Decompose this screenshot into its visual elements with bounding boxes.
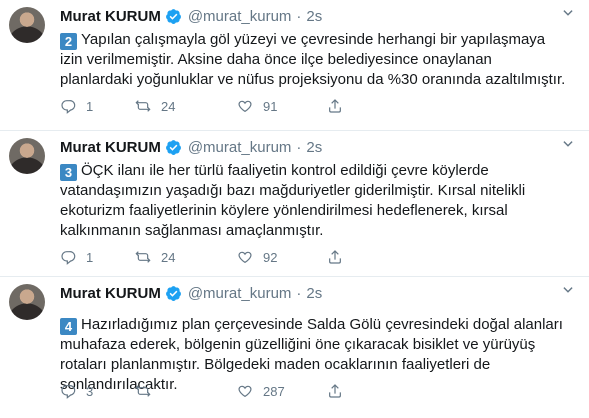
avatar[interactable] xyxy=(9,7,45,43)
like-button[interactable]: 92 xyxy=(237,249,327,265)
reply-count: 3 xyxy=(86,383,94,399)
heart-icon xyxy=(238,385,252,398)
author-name[interactable]: Murat KURUM xyxy=(60,139,161,156)
verified-badge-icon xyxy=(165,8,182,25)
heart-icon xyxy=(238,100,252,113)
share-button[interactable] xyxy=(327,98,357,114)
separator-dot: · xyxy=(296,7,302,25)
tweet-actions: 3 287 xyxy=(60,381,357,401)
keycap-number-badge: 3 xyxy=(60,164,77,181)
tweet-actions: 1 24 91 xyxy=(60,96,357,116)
like-count: 92 xyxy=(263,249,278,265)
timestamp[interactable]: 2s xyxy=(306,8,322,25)
reply-count: 1 xyxy=(86,98,94,114)
heart-icon xyxy=(238,251,252,264)
tweet-header: Murat KURUM @murat_kurum · 2s xyxy=(60,137,322,157)
share-icon xyxy=(329,250,341,264)
tweet-actions: 1 24 92 xyxy=(60,247,357,267)
tweet-body: Yapılan çalışmayla göl yüzeyi ve çevresi… xyxy=(60,31,566,88)
author-name[interactable]: Murat KURUM xyxy=(60,8,161,25)
chevron-down-icon[interactable] xyxy=(561,137,575,151)
reply-button[interactable]: 3 xyxy=(60,383,135,399)
keycap-number-badge: 4 xyxy=(60,318,77,335)
reply-button[interactable]: 1 xyxy=(60,98,135,114)
keycap-number-badge: 2 xyxy=(60,33,77,50)
share-button[interactable] xyxy=(327,249,357,265)
avatar[interactable] xyxy=(9,284,45,320)
tweet-text: 3 ÖÇK ilanı ile her türlü faaliyetin kont… xyxy=(60,161,567,241)
tweet-body: ÖÇK ilanı ile her türlü faaliyetin kontr… xyxy=(60,162,526,239)
author-handle[interactable]: @murat_kurum xyxy=(188,285,292,302)
tweet[interactable]: Murat KURUM @murat_kurum · 2s 4 Hazırladı… xyxy=(0,276,589,418)
share-icon xyxy=(329,384,341,398)
tweet[interactable]: Murat KURUM @murat_kurum · 2s 2 Yapılan ç… xyxy=(0,0,589,130)
like-count: 287 xyxy=(263,383,285,399)
tweet-text: 2 Yapılan çalışmayla göl yüzeyi ve çevres… xyxy=(60,30,567,90)
timestamp[interactable]: 2s xyxy=(306,139,322,156)
author-handle[interactable]: @murat_kurum xyxy=(188,139,292,156)
reply-count: 1 xyxy=(86,249,94,265)
retweet-button[interactable]: 24 xyxy=(135,249,237,265)
tweet-header: Murat KURUM @murat_kurum · 2s xyxy=(60,283,322,303)
share-button[interactable] xyxy=(327,383,357,399)
timestamp[interactable]: 2s xyxy=(306,285,322,302)
retweet-count: 24 xyxy=(161,98,176,114)
like-button[interactable]: 91 xyxy=(237,98,327,114)
reply-icon xyxy=(61,251,76,265)
retweet-icon xyxy=(135,100,151,112)
retweet-icon xyxy=(135,251,151,263)
retweet-icon xyxy=(135,385,151,397)
like-button[interactable]: 287 xyxy=(237,383,327,399)
reply-button[interactable]: 1 xyxy=(60,249,135,265)
chevron-down-icon[interactable] xyxy=(561,283,575,297)
retweet-count: 24 xyxy=(161,249,176,265)
separator-dot: · xyxy=(296,138,302,156)
verified-badge-icon xyxy=(165,285,182,302)
author-name[interactable]: Murat KURUM xyxy=(60,285,161,302)
reply-icon xyxy=(61,100,76,114)
retweet-button[interactable]: 24 xyxy=(135,98,237,114)
separator-dot: · xyxy=(296,284,302,302)
like-count: 91 xyxy=(263,98,278,114)
share-icon xyxy=(329,99,341,113)
avatar[interactable] xyxy=(9,138,45,174)
author-handle[interactable]: @murat_kurum xyxy=(188,8,292,25)
retweet-button[interactable] xyxy=(135,383,237,399)
reply-icon xyxy=(61,385,76,399)
chevron-down-icon[interactable] xyxy=(561,6,575,20)
tweet-header: Murat KURUM @murat_kurum · 2s xyxy=(60,6,322,26)
tweet[interactable]: Murat KURUM @murat_kurum · 2s 3 ÖÇK ilanı… xyxy=(0,130,589,276)
verified-badge-icon xyxy=(165,139,182,156)
